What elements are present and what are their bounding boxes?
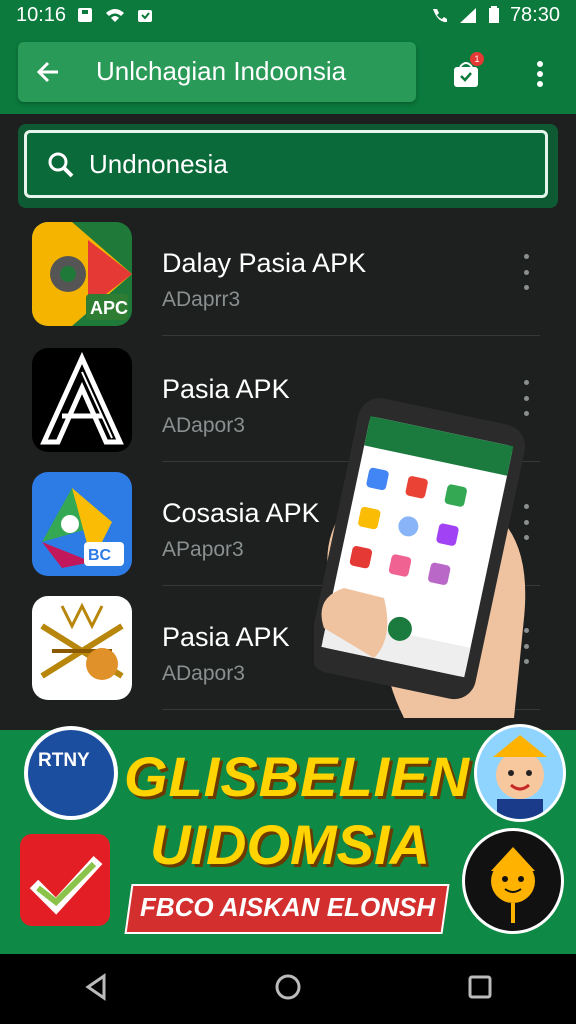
app-developer: ADapor3 xyxy=(162,662,245,685)
square-recents-icon xyxy=(468,975,492,998)
triangle-back-icon xyxy=(85,972,106,1001)
circle-home-icon xyxy=(275,974,301,999)
checkmark-icon xyxy=(20,834,110,926)
more-vert-icon xyxy=(537,61,543,87)
nav-back-button[interactable] xyxy=(82,972,110,1006)
list-item[interactable]: APC Dalay Pasia APK ADaprr3 xyxy=(0,222,576,346)
letter-a-logo-icon xyxy=(32,348,132,452)
app-developer: ADaprr3 xyxy=(162,288,241,311)
status-time: 10:16 xyxy=(16,3,67,26)
item-more-icon[interactable] xyxy=(514,254,538,290)
hand-holding-phone-image xyxy=(308,398,544,718)
back-button[interactable] xyxy=(30,54,66,90)
battery-icon xyxy=(488,6,500,24)
svg-text:BC: BC xyxy=(88,547,112,564)
sim-icon xyxy=(76,6,94,24)
badge-text: RTNY xyxy=(38,750,90,771)
search-input[interactable]: Undnonesia xyxy=(24,130,548,198)
app-name: Pasia APK xyxy=(162,374,290,404)
wifi-icon xyxy=(104,6,126,24)
svg-text:APC: APC xyxy=(90,298,128,318)
title-box: Unlchagian Indoonsia xyxy=(18,42,416,102)
call-icon xyxy=(430,6,448,24)
gear-apk-icon: APC xyxy=(32,222,132,326)
promo-headline-2: UIDOMSIA xyxy=(150,813,430,876)
system-nav-bar xyxy=(0,954,576,1024)
promo-ribbon-text: FBCO AISKAN ELONSH xyxy=(140,892,436,922)
status-time-right: 78:30 xyxy=(509,3,560,26)
notification-icon xyxy=(136,6,154,24)
rtny-badge-logo xyxy=(24,726,118,820)
promo-headline-1: GLISBELIEN xyxy=(124,745,471,808)
signal-icon xyxy=(458,6,478,24)
ornament-icon xyxy=(32,596,132,700)
search-container: Undnonesia xyxy=(18,124,558,208)
search-icon xyxy=(48,152,74,178)
search-query: Undnonesia xyxy=(89,149,228,179)
nav-home-button[interactable] xyxy=(273,972,303,1007)
app-bar: Unlchagian Indoonsia 1 xyxy=(0,30,576,114)
app-developer: ADapor3 xyxy=(162,414,245,437)
app-name: Pasia APK xyxy=(162,622,290,652)
golden-emblem-icon xyxy=(462,828,564,934)
promo-banner[interactable]: RTNY GLISBELIEN UIDOMSIA FBCO AISKAN ELO… xyxy=(0,724,576,954)
character-avatar-icon xyxy=(474,724,566,822)
back-arrow-icon xyxy=(36,61,58,83)
divider xyxy=(162,335,540,336)
cart-badge: 1 xyxy=(470,52,484,66)
page-title: Unlchagian Indoonsia xyxy=(96,56,347,86)
nav-recents-button[interactable] xyxy=(466,973,494,1006)
app-name: Cosasia APK xyxy=(162,498,320,528)
overflow-menu-button[interactable] xyxy=(524,54,556,94)
blue-apk-icon: BC xyxy=(32,472,132,576)
status-bar: 10:16 78:30 xyxy=(0,0,576,30)
app-developer: APapor3 xyxy=(162,538,244,561)
app-name: Dalay Pasia APK xyxy=(162,248,367,278)
shopping-bag-button[interactable]: 1 xyxy=(446,52,486,94)
